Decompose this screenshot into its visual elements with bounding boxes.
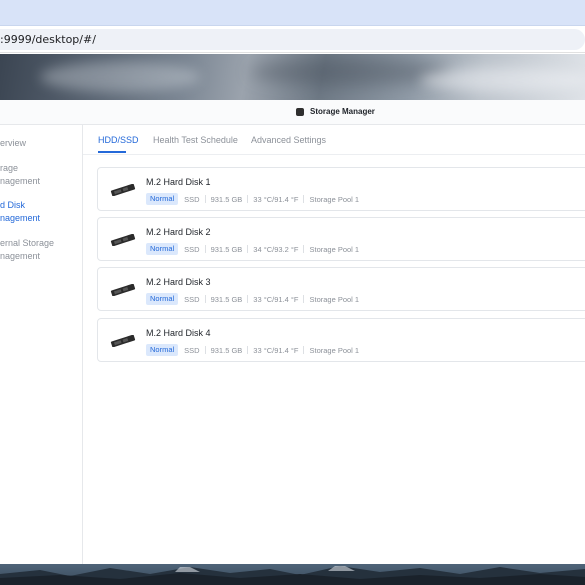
sidebar-item-label: rage nagement xyxy=(0,163,41,186)
m2-ssd-icon xyxy=(110,335,136,347)
disk-name: M.2 Hard Disk 1 xyxy=(146,177,211,187)
disk-name: M.2 Hard Disk 3 xyxy=(146,277,211,287)
disk-meta: Normal SSD 931.5 GB 34 °C/93.2 °F Storag… xyxy=(146,243,359,255)
tab-health-test-schedule[interactable]: Health Test Schedule xyxy=(153,135,238,145)
status-badge: Normal xyxy=(146,344,179,356)
sidebar: erview rage nagement d Disk nagement ern… xyxy=(0,125,83,564)
disk-meta: Normal SSD 931.5 GB 33 °C/91.4 °F Storag… xyxy=(146,193,359,205)
disk-temperature: 34 °C/93.2 °F xyxy=(253,244,299,254)
browser-tab-strip xyxy=(0,0,585,26)
window-titlebar: Storage Manager xyxy=(0,100,585,125)
storage-manager-icon xyxy=(296,108,304,116)
disk-type: SSD xyxy=(184,194,200,204)
active-tab-indicator xyxy=(98,151,126,153)
sidebar-item-storage-management[interactable]: rage nagement xyxy=(0,162,82,187)
tab-hdd-ssd[interactable]: HDD/SSD xyxy=(98,135,139,145)
tab-bar: HDD/SSD Health Test Schedule Advanced Se… xyxy=(83,125,585,155)
disk-card[interactable]: M.2 Hard Disk 4 Normal SSD 931.5 GB 33 °… xyxy=(97,318,585,362)
sidebar-item-hard-disk-management[interactable]: d Disk nagement xyxy=(0,199,82,224)
disk-card[interactable]: M.2 Hard Disk 3 Normal SSD 931.5 GB 33 °… xyxy=(97,267,585,311)
disk-type: SSD xyxy=(184,294,200,304)
disk-pool: Storage Pool 1 xyxy=(309,345,360,355)
disk-pool: Storage Pool 1 xyxy=(309,194,360,204)
disk-meta: Normal SSD 931.5 GB 33 °C/91.4 °F Storag… xyxy=(146,293,359,305)
disk-size: 931.5 GB xyxy=(210,194,243,204)
desktop-wallpaper-bottom xyxy=(0,564,585,585)
disk-name: M.2 Hard Disk 2 xyxy=(146,227,211,237)
address-bar-url[interactable]: :9999/desktop/#/ xyxy=(0,33,96,46)
sidebar-item-label: ernal Storage nagement xyxy=(0,238,55,261)
status-badge: Normal xyxy=(146,293,179,305)
disk-pool: Storage Pool 1 xyxy=(309,294,360,304)
sidebar-item-label: d Disk nagement xyxy=(0,200,41,223)
disk-size: 931.5 GB xyxy=(210,294,243,304)
desktop-wallpaper-top xyxy=(0,54,585,100)
disk-type: SSD xyxy=(184,244,200,254)
sidebar-item-overview[interactable]: erview xyxy=(0,137,82,150)
disk-temperature: 33 °C/91.4 °F xyxy=(253,345,299,355)
disk-size: 931.5 GB xyxy=(210,345,243,355)
disk-type: SSD xyxy=(184,345,200,355)
status-badge: Normal xyxy=(146,243,179,255)
storage-manager-window: Storage Manager erview rage nagement d D… xyxy=(0,100,585,564)
m2-ssd-icon xyxy=(110,284,136,296)
address-bar[interactable]: :9999/desktop/#/ xyxy=(0,29,585,50)
sidebar-item-external-storage-management[interactable]: ernal Storage nagement xyxy=(0,237,82,262)
window-title: Storage Manager xyxy=(310,107,375,116)
disk-temperature: 33 °C/91.4 °F xyxy=(253,294,299,304)
status-badge: Normal xyxy=(146,193,179,205)
disk-meta: Normal SSD 931.5 GB 33 °C/91.4 °F Storag… xyxy=(146,344,359,356)
browser-toolbar: :9999/desktop/#/ xyxy=(0,26,585,53)
disk-size: 931.5 GB xyxy=(210,244,243,254)
sidebar-item-label: erview xyxy=(0,138,27,148)
disk-temperature: 33 °C/91.4 °F xyxy=(253,194,299,204)
m2-ssd-icon xyxy=(110,184,136,196)
disk-name: M.2 Hard Disk 4 xyxy=(146,328,211,338)
disk-card[interactable]: M.2 Hard Disk 2 Normal SSD 931.5 GB 34 °… xyxy=(97,217,585,261)
m2-ssd-icon xyxy=(110,234,136,246)
disk-pool: Storage Pool 1 xyxy=(309,244,360,254)
disk-card[interactable]: M.2 Hard Disk 1 Normal SSD 931.5 GB 33 °… xyxy=(97,167,585,211)
tab-advanced-settings[interactable]: Advanced Settings xyxy=(251,135,326,145)
